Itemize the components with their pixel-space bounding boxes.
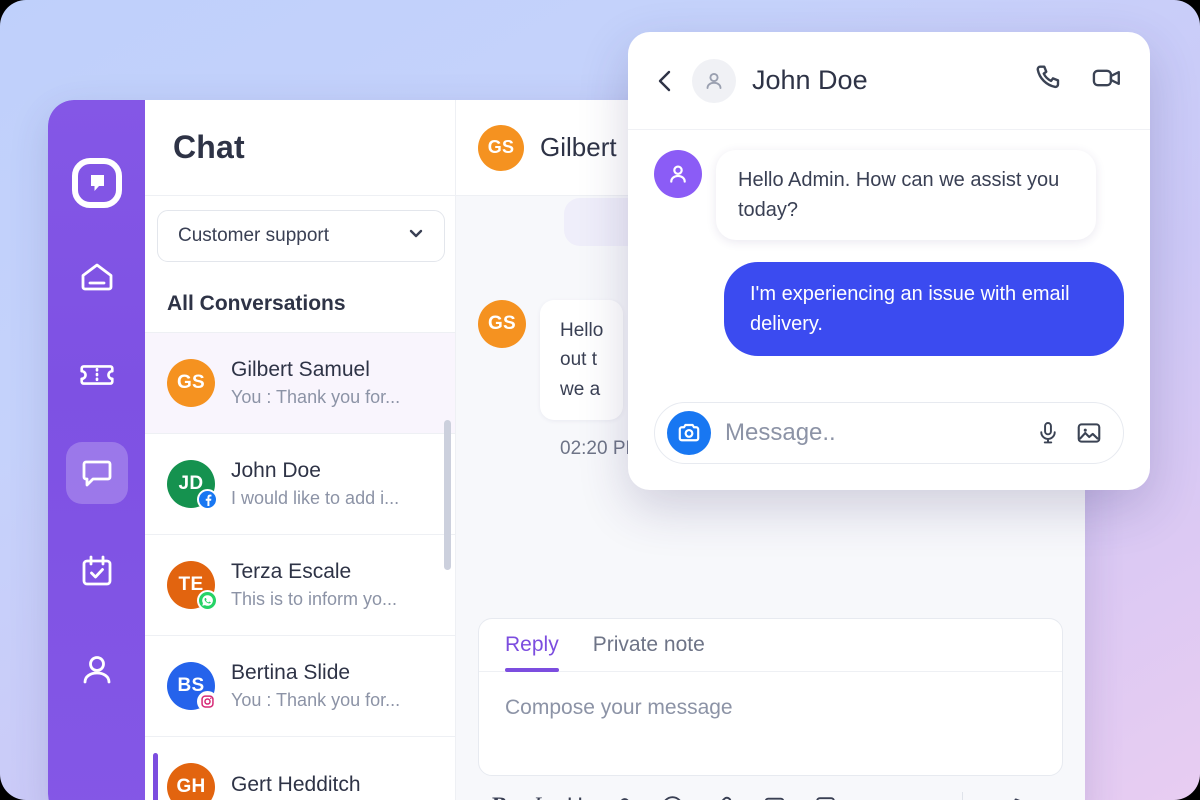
underline-icon[interactable]: U — [567, 793, 583, 800]
message-bubble: Hello out t we a — [540, 300, 624, 421]
avatar-initials: GS — [478, 124, 524, 171]
conversation-name: Bertina Slide — [231, 661, 351, 684]
bold-icon[interactable]: B — [492, 793, 507, 800]
avatar-initials: GS — [478, 300, 526, 348]
user-avatar-icon — [692, 58, 736, 103]
message-bubble-outgoing: I'm experiencing an issue with email del… — [724, 262, 1124, 356]
conversation-preview: I would like to add i... — [231, 488, 400, 508]
conversation-name: John Doe — [231, 459, 321, 482]
agent-avatar-icon — [654, 150, 702, 198]
chevron-down-icon — [406, 223, 426, 249]
inbox-filter-value: Customer support — [178, 225, 330, 246]
avatar: TE — [167, 561, 218, 611]
gallery-image-icon[interactable] — [1075, 419, 1103, 447]
composer-tabs: Reply Private note — [479, 619, 1062, 672]
conversations-header: Chat — [145, 100, 455, 196]
conversations-panel: Chat Customer support All Conversations — [145, 100, 455, 800]
conversation-name: Gert Hedditch — [231, 772, 361, 796]
sidebar-item-contacts[interactable] — [66, 638, 128, 700]
microphone-icon[interactable] — [1035, 420, 1061, 446]
popup-input-placeholder: Message.. — [725, 419, 836, 446]
floating-chat-popup: John Doe Hello Admin. How can we assist … — [628, 32, 1150, 490]
message-bubble-incoming: Hello Admin. How can we assist you today… — [716, 150, 1096, 240]
all-conversations-label: All Conversations — [167, 292, 346, 315]
thread-contact-name: Gilbert — [540, 132, 617, 162]
image-icon[interactable] — [762, 794, 787, 800]
popup-message-input[interactable]: Message.. — [654, 402, 1124, 464]
message-row-incoming: Hello Admin. How can we assist you today… — [654, 150, 1124, 240]
video-camera-icon[interactable] — [1090, 61, 1124, 100]
facebook-badge-icon — [197, 489, 218, 510]
avatar-initials: GS — [167, 359, 215, 407]
comment-icon[interactable] — [813, 794, 838, 800]
camera-icon[interactable] — [667, 411, 711, 455]
attachment-icon[interactable] — [711, 794, 736, 800]
tab-private-note[interactable]: Private note — [593, 633, 705, 671]
inbox-filter-select[interactable]: Customer support — [157, 210, 445, 262]
italic-icon[interactable]: I — [533, 793, 541, 800]
conversation-name: Terza Escale — [231, 560, 352, 583]
popup-input-wrap: Message.. — [628, 380, 1150, 490]
tab-reply[interactable]: Reply — [505, 633, 559, 672]
app-logo-chat-icon[interactable] — [70, 156, 124, 210]
conversation-list: GS Gilbert Samuel You : Thank you for...… — [145, 332, 455, 800]
chevron-left-icon[interactable] — [654, 68, 676, 94]
list-item[interactable]: JD John Doe I would like to add i... — [145, 433, 455, 534]
avatar-initials: GH — [167, 763, 215, 800]
sidebar-item-chat[interactable] — [65, 442, 128, 504]
sidebar-rail — [48, 100, 145, 800]
send-icon[interactable] — [1011, 792, 1039, 800]
popup-contact-name: John Doe — [752, 65, 868, 95]
whatsapp-badge-icon — [197, 590, 218, 611]
phone-icon[interactable] — [1032, 62, 1064, 99]
conversation-preview: You : Thank you for... — [231, 387, 401, 407]
filter-row: Customer support — [145, 196, 455, 278]
list-item[interactable]: TE Terza Escale This is to inform yo... — [145, 534, 455, 635]
composer-toolbar: B I U — [478, 776, 1063, 800]
avatar: GH — [167, 763, 215, 800]
toolbar-divider — [962, 792, 963, 800]
list-item[interactable]: BS Bertina Slide You : Thank you for... — [145, 635, 455, 736]
link-icon[interactable] — [609, 794, 634, 800]
sidebar-item-tickets[interactable] — [66, 344, 128, 406]
emoji-icon[interactable] — [660, 794, 685, 800]
page-title: Chat — [173, 129, 245, 165]
compose-message-input[interactable]: Compose your message — [479, 672, 1062, 744]
composer: Reply Private note Compose your message … — [478, 618, 1063, 800]
sidebar-item-tasks[interactable] — [66, 540, 128, 602]
list-item[interactable]: GH Gert Hedditch — [145, 736, 455, 800]
avatar: JD — [167, 460, 218, 510]
popup-actions — [1032, 61, 1124, 100]
conversation-list-scrollbar[interactable] — [444, 420, 451, 570]
screen-root: Chat Customer support All Conversations — [0, 0, 1200, 800]
conversation-preview: You : Thank you for... — [231, 690, 401, 710]
avatar: BS — [167, 662, 218, 712]
popup-messages: Hello Admin. How can we assist you today… — [628, 130, 1150, 380]
conversation-preview: This is to inform yo... — [231, 589, 398, 609]
list-item[interactable]: GS Gilbert Samuel You : Thank you for... — [145, 332, 455, 433]
popup-header: John Doe — [628, 32, 1150, 130]
instagram-badge-icon — [197, 691, 218, 712]
message-row-outgoing: I'm experiencing an issue with email del… — [654, 262, 1124, 356]
sidebar-item-home[interactable] — [66, 246, 128, 308]
conversation-name: Gilbert Samuel — [231, 358, 370, 381]
avatar: GS — [167, 359, 215, 407]
composer-card: Reply Private note Compose your message — [478, 618, 1063, 776]
